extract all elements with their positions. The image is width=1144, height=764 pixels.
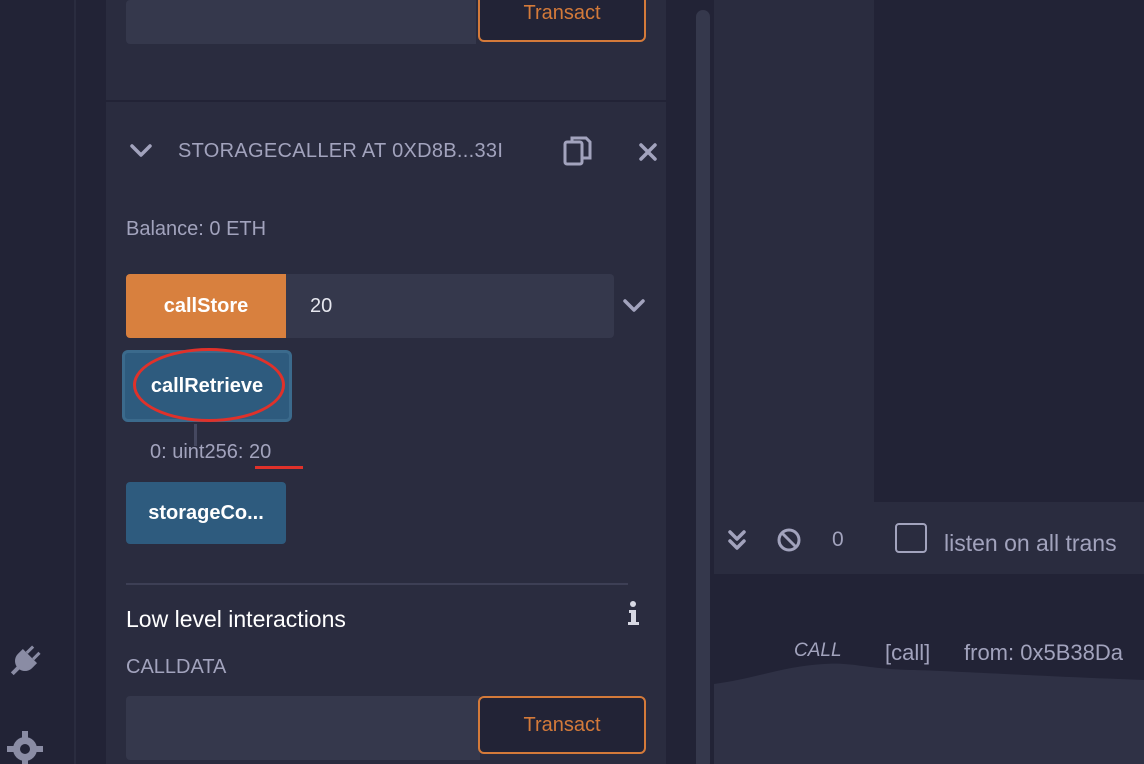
log-call-kind: [call] [885,640,931,665]
top-transact-button[interactable]: Transact [478,0,646,42]
panel-scrollbar-thumb[interactable] [696,10,710,764]
clear-console-icon[interactable] [776,527,802,558]
plug-icon[interactable] [2,638,48,684]
listen-checkbox[interactable] [895,523,927,553]
log-call-from: from: 0x5B38Da [964,640,1123,665]
terminal-log-background [714,663,1144,764]
contract-balance: Balance: 0 ETH [126,218,267,240]
calldata-transact-button[interactable]: Transact [478,696,646,754]
low-level-title: Low level interactions [126,606,346,632]
deployed-contracts-panel: Transact STORAGECALLER AT 0XD8B...33I Ba… [78,0,692,764]
contract-title: STORAGECALLER AT 0XD8B...33I [178,140,504,162]
storage-contract-button[interactable]: storageCo... [126,482,286,544]
double-chevron-down-icon[interactable] [726,528,748,557]
calldata-label: CALLDATA [126,656,227,678]
output-value: 20 [248,441,272,463]
listen-label: listen on all trans [944,530,1117,556]
info-icon[interactable] [626,600,640,631]
gear-icon[interactable] [2,726,48,764]
copy-icon[interactable] [562,134,594,175]
call-store-input[interactable]: 20 [286,274,614,338]
contract-header[interactable]: STORAGECALLER AT 0XD8B...33I [106,120,666,184]
output-type-label: 0: uint256: [150,441,244,463]
editor-gutter [714,0,874,502]
section-divider [106,100,666,102]
retrieve-output: 0: uint256: 20 [150,441,271,464]
close-icon[interactable] [638,142,658,167]
call-store-button[interactable]: callStore [126,274,286,338]
chevron-down-icon[interactable] [128,138,154,169]
annotation-underline [255,466,303,469]
pending-tx-count: 0 [832,528,844,551]
icon-rail [0,0,76,764]
terminal-output [714,574,1144,764]
panel-content: Transact STORAGECALLER AT 0XD8B...33I Ba… [106,0,666,764]
editor-content [874,0,1144,502]
section-rule [126,583,628,585]
top-value-input[interactable] [126,0,476,44]
call-retrieve-button[interactable]: callRetrieve [122,350,292,422]
chevron-down-icon[interactable] [622,294,646,323]
log-call-tag: CALL [794,640,842,661]
calldata-input[interactable] [126,696,480,760]
